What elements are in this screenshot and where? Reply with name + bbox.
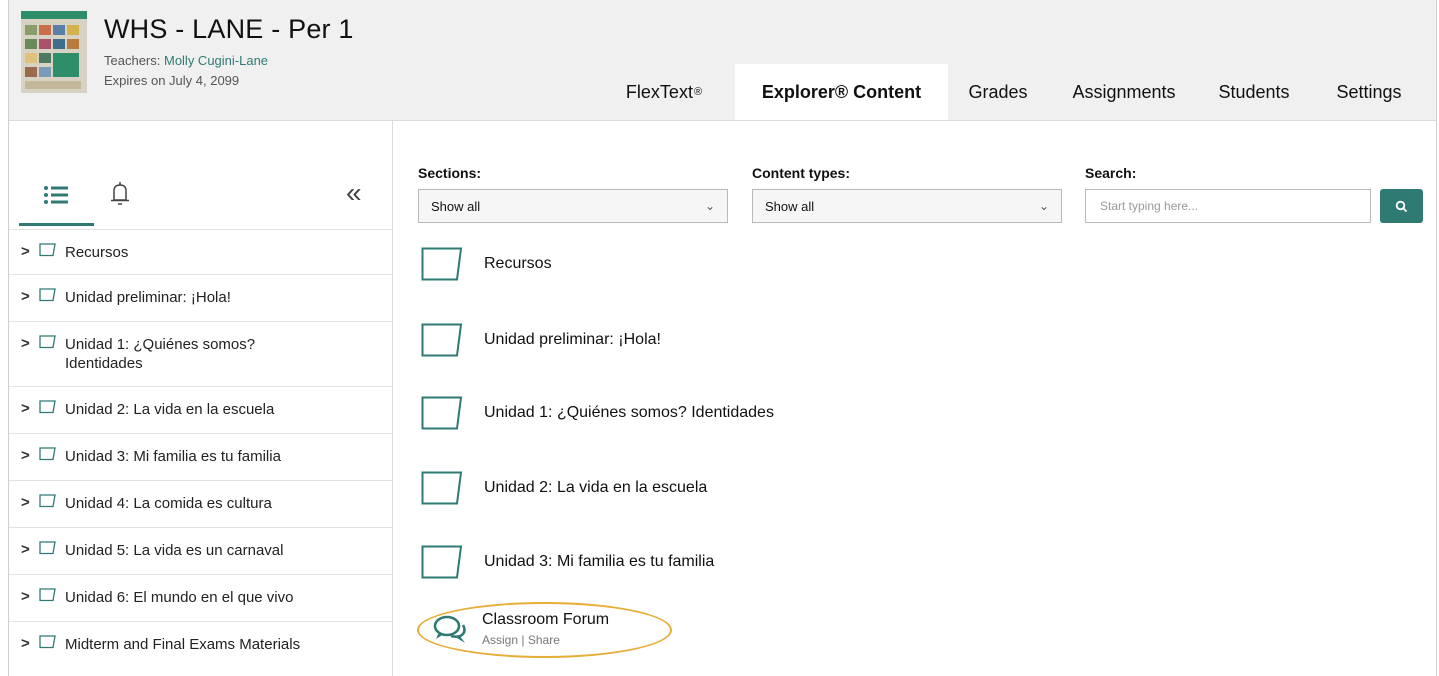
section-item-label: Recursos <box>65 244 129 261</box>
content-item[interactable]: Unidad preliminar: ¡Hola! <box>421 323 661 357</box>
section-item-label: Unidad 3: Mi familia es tu familia <box>65 448 281 465</box>
tab-settings[interactable]: Settings <box>1319 64 1419 120</box>
search-label: Search: <box>1085 165 1137 181</box>
chevron-down-icon: ⌄ <box>1038 199 1049 213</box>
section-item[interactable]: > Midterm and Final Exams Materials <box>9 621 392 668</box>
search-icon <box>1395 200 1408 212</box>
content-item[interactable]: Unidad 2: La vida en la escuela <box>421 471 707 505</box>
separator: | <box>521 633 525 647</box>
chevron-right-icon[interactable]: > <box>21 481 39 511</box>
folder-icon <box>39 434 65 465</box>
chevron-right-icon[interactable]: > <box>21 434 39 464</box>
forum-title: Classroom Forum <box>482 611 610 628</box>
active-view-indicator <box>19 223 94 226</box>
tab-students[interactable]: Students <box>1204 64 1304 120</box>
list-icon[interactable] <box>43 185 69 205</box>
section-item-label: Unidad 1: ¿Quiénes somos? Identidades <box>65 336 256 372</box>
section-item[interactable]: > Unidad 3: Mi familia es tu familia <box>9 433 392 480</box>
chat-bubbles-icon <box>433 615 466 643</box>
content-item[interactable]: Recursos <box>421 247 552 281</box>
chevron-right-icon[interactable]: > <box>21 528 39 558</box>
section-item[interactable]: > Unidad 6: El mundo en el que vivo <box>9 574 392 621</box>
chevron-right-icon[interactable]: > <box>21 275 39 305</box>
chevron-right-icon[interactable]: > <box>21 622 39 652</box>
section-item-label: Unidad 5: La vida es un carnaval <box>65 542 284 559</box>
tab-flextext[interactable]: FlexText ® <box>599 64 729 120</box>
content-item-label: Unidad 1: ¿Quiénes somos? Identidades <box>484 404 774 421</box>
tab-explorer-content[interactable]: Explorer® Content <box>735 64 948 120</box>
section-item[interactable]: > Unidad 1: ¿Quiénes somos? Identidades <box>9 321 392 386</box>
content-item-label: Recursos <box>484 255 552 272</box>
search-input[interactable] <box>1085 189 1371 223</box>
folder-icon <box>39 575 65 606</box>
sidebar-toolbar: « <box>9 121 392 229</box>
main-content: Sections: Show all ⌄ Content types: Show… <box>393 121 1436 676</box>
section-item-label: Midterm and Final Exams Materials <box>65 636 301 653</box>
content-types-select-value: Show all <box>765 198 815 214</box>
section-item-label: Unidad preliminar: ¡Hola! <box>65 289 231 306</box>
chevron-right-icon[interactable]: > <box>21 230 39 260</box>
content-item-label: Unidad preliminar: ¡Hola! <box>484 331 661 348</box>
share-link[interactable]: Share <box>528 633 560 647</box>
folder-icon <box>421 545 463 579</box>
section-item[interactable]: > Unidad 2: La vida en la escuela <box>9 386 392 433</box>
content-types-label: Content types: <box>752 165 850 181</box>
sections-select[interactable]: Show all ⌄ <box>418 189 728 223</box>
course-title: WHS - LANE - Per 1 <box>104 14 354 44</box>
folder-icon <box>39 322 65 353</box>
course-header: WHS - LANE - Per 1 Teachers: Molly Cugin… <box>9 0 1436 121</box>
content-types-select[interactable]: Show all ⌄ <box>752 189 1062 223</box>
folder-icon <box>39 230 65 261</box>
section-list: > Recursos > Unidad preliminar: ¡Hola! >… <box>9 229 392 668</box>
tab-assignments[interactable]: Assignments <box>1059 64 1189 120</box>
forum-actions: Assign | Share <box>482 633 560 647</box>
content-item[interactable]: Unidad 3: Mi familia es tu familia <box>421 545 714 579</box>
section-item[interactable]: > Recursos <box>9 229 392 274</box>
bell-icon[interactable] <box>109 181 131 207</box>
section-item[interactable]: > Unidad 5: La vida es un carnaval <box>9 527 392 574</box>
section-item-label: Unidad 6: El mundo en el que vivo <box>65 589 294 606</box>
section-item[interactable]: > Unidad preliminar: ¡Hola! <box>9 274 392 321</box>
search-button[interactable] <box>1380 189 1423 223</box>
section-item-label: Unidad 2: La vida en la escuela <box>65 401 275 418</box>
chevron-right-icon[interactable]: > <box>21 322 39 352</box>
folder-icon <box>39 481 65 512</box>
chevron-right-icon[interactable]: > <box>21 575 39 605</box>
assign-link[interactable]: Assign <box>482 633 518 647</box>
folder-icon <box>421 396 463 430</box>
sections-label: Sections: <box>418 165 482 181</box>
tab-grades[interactable]: Grades <box>954 64 1042 120</box>
folder-icon <box>39 622 65 653</box>
sections-select-value: Show all <box>431 198 481 214</box>
folder-icon <box>421 247 463 281</box>
double-chevron-left-icon[interactable]: « <box>346 179 362 207</box>
section-item[interactable]: > Unidad 4: La comida es cultura <box>9 480 392 527</box>
folder-icon <box>421 471 463 505</box>
chevron-down-icon: ⌄ <box>704 199 715 213</box>
content-item-label: Unidad 2: La vida en la escuela <box>484 479 708 496</box>
folder-icon <box>421 323 463 357</box>
sidebar: « > Recursos > Unidad preliminar: ¡Hola!… <box>9 121 393 676</box>
classroom-forum-item[interactable]: Classroom Forum Assign | Share <box>417 602 672 658</box>
section-item-label: Unidad 4: La comida es cultura <box>65 495 272 512</box>
content-item-label: Unidad 3: Mi familia es tu familia <box>484 553 715 570</box>
course-tabs: FlexText ® Explorer® Content Grades Assig… <box>9 64 1436 120</box>
folder-icon <box>39 387 65 418</box>
content-item[interactable]: Unidad 1: ¿Quiénes somos? Identidades <box>421 396 774 430</box>
folder-icon <box>39 275 65 306</box>
chevron-right-icon[interactable]: > <box>21 387 39 417</box>
folder-icon <box>39 528 65 559</box>
